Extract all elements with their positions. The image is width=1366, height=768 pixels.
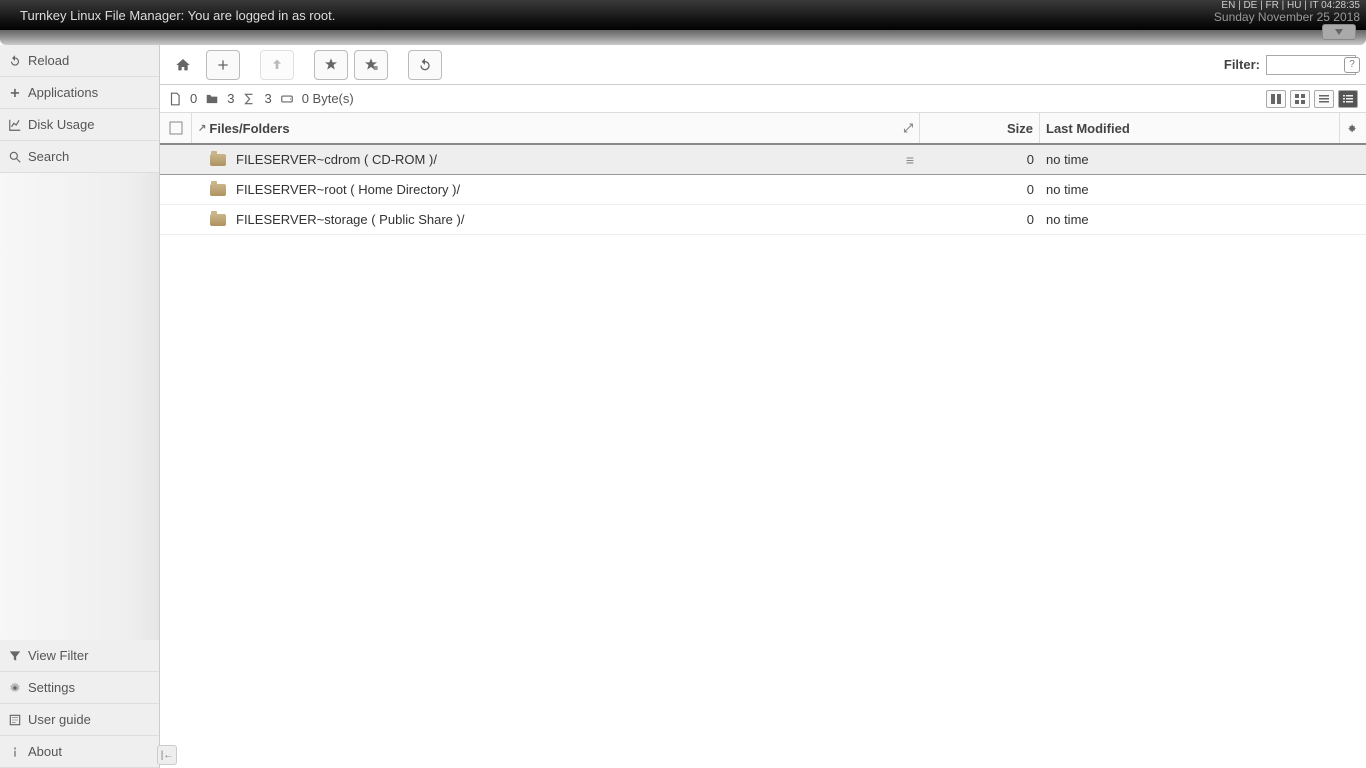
home-button[interactable]	[166, 50, 200, 80]
toolbar: Filter: ?	[160, 45, 1366, 85]
view-list-button[interactable]	[1314, 90, 1334, 108]
file-icon	[168, 92, 182, 106]
folder-icon	[210, 214, 226, 226]
add-button[interactable]	[206, 50, 240, 80]
file-list: FILESERVER~cdrom ( CD-ROM )/≡0no timeFIL…	[160, 145, 1366, 768]
filter-input[interactable]	[1266, 55, 1356, 75]
sidebar-item-label: Disk Usage	[28, 117, 94, 132]
file-row[interactable]: FILESERVER~root ( Home Directory )/ 0no t…	[160, 175, 1366, 205]
filter-label: Filter:	[1224, 57, 1260, 72]
file-modified: no time	[1040, 212, 1340, 227]
column-name[interactable]: ↗ Files/Folders ⤢	[192, 113, 920, 143]
sigma-icon	[242, 92, 256, 106]
column-name-label: Files/Folders	[209, 121, 289, 136]
main-panel: Filter: ? 0 3 3 0 Byte(s)	[160, 45, 1366, 768]
file-modified: no time	[1040, 152, 1340, 167]
disk-icon	[280, 92, 294, 106]
upload-button[interactable]	[260, 50, 294, 80]
sidebar-item-label: About	[28, 744, 62, 759]
file-size: 0	[920, 152, 1040, 167]
view-columns-button[interactable]	[1266, 90, 1286, 108]
gear-icon	[8, 681, 22, 695]
column-settings-button[interactable]	[1340, 113, 1366, 143]
file-modified: no time	[1040, 182, 1340, 197]
sidebar-item-label: User guide	[28, 712, 91, 727]
bookmark-manage-button[interactable]	[354, 50, 388, 80]
total-count: 3	[264, 91, 271, 106]
refresh-button[interactable]	[408, 50, 442, 80]
file-name: FILESERVER~cdrom ( CD-ROM )/	[236, 152, 437, 167]
folder-icon	[210, 154, 226, 166]
sidebar-item-search[interactable]: Search	[0, 141, 159, 173]
bytes-label: 0 Byte(s)	[302, 91, 354, 106]
column-size-label: Size	[1007, 121, 1033, 136]
sidebar: Reload Applications Disk Usage Search View …	[0, 45, 160, 768]
sidebar-item-view-filter[interactable]: View Filter	[0, 640, 159, 672]
header-gradient	[0, 30, 1366, 45]
column-size[interactable]: Size	[920, 113, 1040, 143]
search-icon	[8, 150, 22, 164]
folder-count: 3	[227, 91, 234, 106]
column-modified-label: Last Modified	[1046, 121, 1130, 136]
folder-icon	[210, 184, 226, 196]
app-title: Turnkey Linux File Manager: You are logg…	[20, 8, 335, 23]
sidebar-item-applications[interactable]: Applications	[0, 77, 159, 109]
status-bar: 0 3 3 0 Byte(s)	[160, 85, 1366, 113]
sort-indicator-icon: ↗	[198, 123, 206, 134]
sidebar-item-label: Settings	[28, 680, 75, 695]
top-bar: Turnkey Linux File Manager: You are logg…	[0, 0, 1366, 30]
file-row[interactable]: FILESERVER~cdrom ( CD-ROM )/ ≡ 0no time	[160, 145, 1366, 175]
info-icon	[8, 745, 22, 759]
view-detail-button[interactable]	[1338, 90, 1358, 108]
sidebar-item-label: Applications	[28, 85, 98, 100]
file-size: 0	[920, 182, 1040, 197]
sidebar-item-label: Reload	[28, 53, 69, 68]
sidebar-item-settings[interactable]: Settings	[0, 672, 159, 704]
sidebar-item-about[interactable]: About	[0, 736, 159, 768]
file-size: 0	[920, 212, 1040, 227]
sidebar-item-user-guide[interactable]: User guide	[0, 704, 159, 736]
date-display: Sunday November 25 2018	[1214, 10, 1360, 24]
sidebar-item-label: Search	[28, 149, 69, 164]
bookmark-add-button[interactable]	[314, 50, 348, 80]
row-menu-icon[interactable]: ≡	[906, 152, 914, 168]
column-header: ↗ Files/Folders ⤢ Size Last Modified	[160, 113, 1366, 145]
sidebar-item-disk-usage[interactable]: Disk Usage	[0, 109, 159, 141]
file-name: FILESERVER~storage ( Public Share )/	[236, 212, 464, 227]
sidebar-item-label: View Filter	[28, 648, 88, 663]
book-icon	[8, 713, 22, 727]
select-all-checkbox[interactable]	[160, 113, 192, 143]
filter-icon	[8, 649, 22, 663]
column-modified[interactable]: Last Modified	[1040, 113, 1340, 143]
file-name: FILESERVER~root ( Home Directory )/	[236, 182, 460, 197]
chart-icon	[8, 118, 22, 132]
view-grid-button[interactable]	[1290, 90, 1310, 108]
collapse-sidebar-button[interactable]: |←	[157, 745, 177, 765]
apps-icon	[8, 86, 22, 100]
sidebar-item-reload[interactable]: Reload	[0, 45, 159, 77]
folder-icon	[205, 92, 219, 106]
file-count: 0	[190, 91, 197, 106]
reload-icon	[8, 54, 22, 68]
expand-header-button[interactable]	[1322, 24, 1356, 40]
expand-column-icon[interactable]: ⤢	[903, 121, 913, 136]
file-row[interactable]: FILESERVER~storage ( Public Share )/ 0no …	[160, 205, 1366, 235]
